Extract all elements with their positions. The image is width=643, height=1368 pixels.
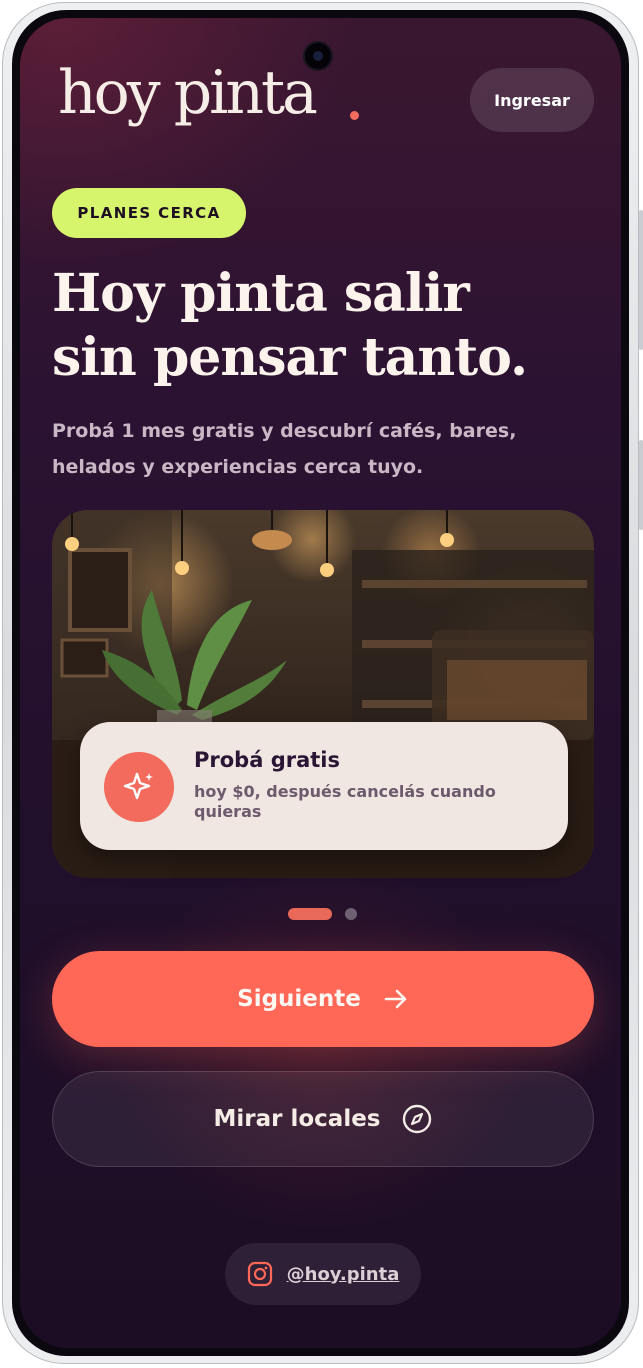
instagram-icon: [247, 1261, 272, 1287]
sparkles-icon: [104, 752, 174, 822]
subtitle-line-2: helados y experiencias cerca tuyo.: [52, 456, 424, 478]
instagram-handle[interactable]: @hoy.pinta: [287, 1264, 400, 1285]
promo-text: hoy $0, después cancelás cuando quieras: [194, 782, 496, 821]
browse-places-button[interactable]: Mirar locales: [52, 1071, 594, 1167]
app-logo: hoy pinta: [58, 58, 318, 128]
pagination-dot[interactable]: [345, 908, 357, 920]
login-button[interactable]: Ingresar: [470, 68, 594, 132]
promo-title: Probá gratis: [194, 748, 340, 772]
browse-places-label: Mirar locales: [213, 1106, 381, 1132]
power-button: [639, 440, 643, 530]
instagram-link[interactable]: @hoy.pinta: [225, 1243, 421, 1305]
logo-dot: [350, 111, 359, 120]
arrow-right-icon: [384, 989, 407, 1009]
subtitle-line-1: Probá 1 mes gratis y descubrí cafés, bar…: [52, 420, 517, 442]
pagination-dot-active[interactable]: [288, 908, 332, 920]
screen: hoy pinta Ingresar PLANES CERCA Hoy pint…: [20, 18, 621, 1348]
headline: Hoy pinta salir sin pensar tanto.: [52, 262, 612, 390]
subtitle: Probá 1 mes gratis y descubrí cafés, bar…: [52, 413, 592, 485]
next-button-label: Siguiente: [237, 986, 361, 1012]
headline-line-2: sin pensar tanto.: [52, 327, 528, 388]
category-badge: PLANES CERCA: [52, 188, 246, 238]
promo-card[interactable]: Probá gratis hoy $0, después cancelás cu…: [80, 722, 568, 850]
next-button[interactable]: Siguiente: [52, 951, 594, 1047]
volume-button: [639, 210, 643, 350]
compass-icon: [402, 1104, 431, 1134]
headline-line-1: Hoy pinta salir: [52, 263, 470, 324]
